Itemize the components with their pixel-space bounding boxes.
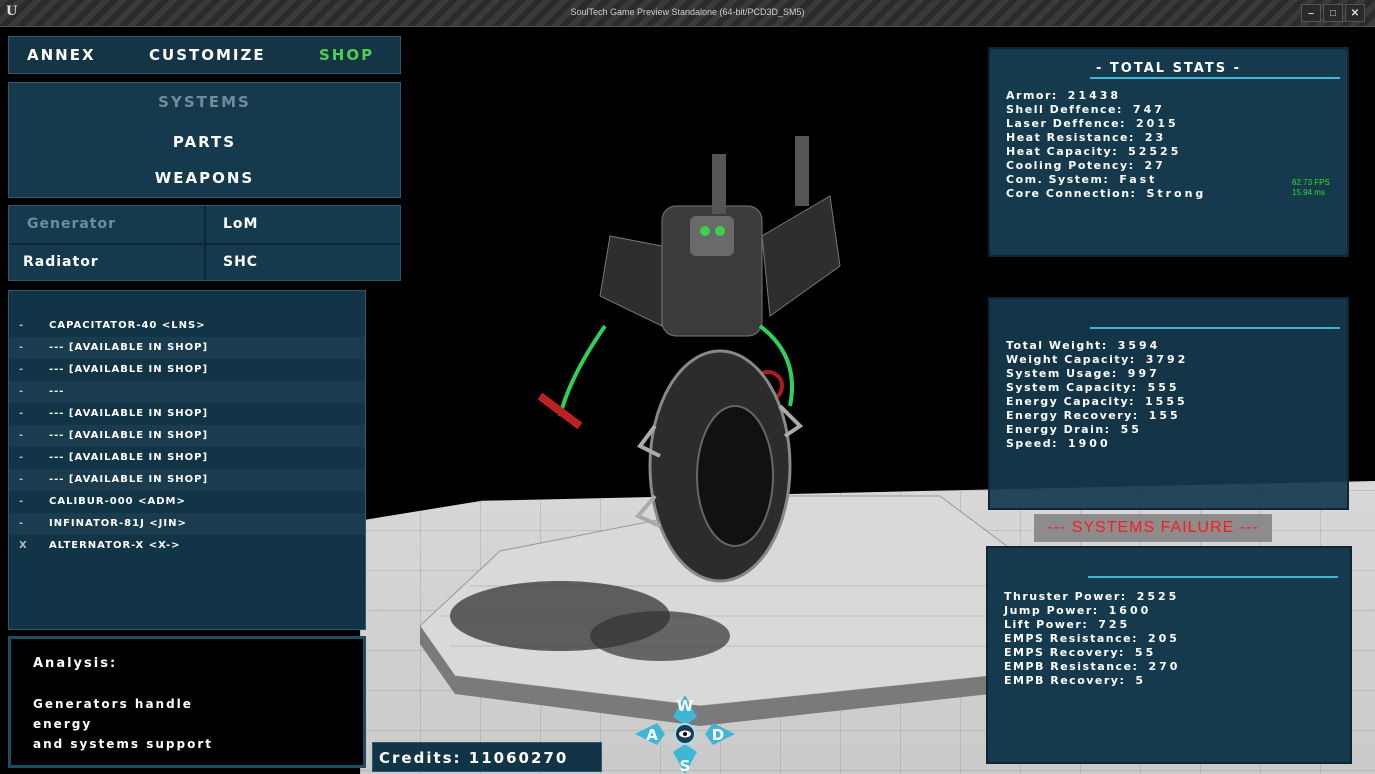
list-item[interactable]: - INFINATOR-81J <JIN> [9,513,365,535]
category-menu: SYSTEMS PARTS WEAPONS [8,82,401,198]
key-a: A [646,726,658,744]
slot-selector: Generator LoM Radiator SHC [8,205,401,281]
header-underline [1090,327,1340,329]
slot-generator-value[interactable]: LoM [223,216,258,232]
slot-radiator-value[interactable]: SHC [223,254,258,270]
list-item[interactable]: - CAPACITATOR-40 <LNS> [9,315,365,337]
stat-empb-recovery: EMPB Recovery: 5 [1004,674,1147,687]
analysis-line: and systems support [33,737,213,751]
category-parts[interactable]: PARTS [9,133,400,151]
parts-list: - CAPACITATOR-40 <LNS> - --- [AVAILABLE IN… [8,290,366,630]
list-item[interactable]: - --- [AVAILABLE IN SHOP] [9,447,365,469]
stat-total-weight: Total Weight: 3594 [1006,339,1161,352]
top-nav: ANNEX CUSTOMIZE SHOP [8,36,401,74]
close-button[interactable]: ✕ [1345,4,1365,22]
slot-generator[interactable]: Generator [27,216,116,232]
analysis-box: Analysis: Generators handle energy and s… [8,636,366,768]
wasd-control-icon[interactable]: W A D S [635,695,735,774]
list-item[interactable]: - --- [AVAILABLE IN SHOP] [9,469,365,491]
slot-radiator[interactable]: Radiator [23,254,99,270]
analysis-line: energy [33,717,93,731]
list-item[interactable]: - --- [AVAILABLE IN SHOP] [9,403,365,425]
stat-jump-power: Jump Power: 1600 [1004,604,1152,617]
category-systems[interactable]: SYSTEMS [9,93,400,111]
stat-heat-capacity: Heat Capacity: 52525 [1006,145,1182,158]
stat-system-usage: System Usage: 997 [1006,367,1160,380]
stat-weight-capacity: Weight Capacity: 3792 [1006,353,1189,366]
header-underline [1088,576,1338,578]
maximize-button[interactable]: □ [1323,4,1343,22]
mobility-stats-panel: Thruster Power: 2525 Jump Power: 1600 Lift… [986,546,1352,764]
credits-display: Credits: 11060270 [372,742,602,772]
stat-speed: Speed: 1900 [1006,437,1111,450]
stat-heat-resistance: Heat Resistance: 23 [1006,131,1167,144]
list-item[interactable]: - --- [AVAILABLE IN SHOP] [9,425,365,447]
stat-cooling-potency: Cooling Potency: 27 [1006,159,1166,172]
key-d: D [712,726,724,744]
stat-energy-recovery: Energy Recovery: 155 [1006,409,1181,422]
stat-empb-resistance: EMPB Resistance: 270 [1004,660,1181,673]
stat-com-system: Com. System: Fast [1006,173,1158,186]
systems-failure-banner: --- SYSTEMS FAILURE --- [1034,514,1272,542]
list-item[interactable]: - --- [9,381,365,403]
total-stats-header: - TOTAL STATS - [1096,61,1241,76]
stat-thruster-power: Thruster Power: 2525 [1004,590,1180,603]
list-item[interactable]: - --- [AVAILABLE IN SHOP] [9,337,365,359]
minimize-button[interactable]: – [1301,4,1321,22]
list-item[interactable]: X ALTERNATOR-X <X-> [9,535,365,557]
window-controls: – □ ✕ [1301,4,1365,22]
window-titlebar: U SoulTech Game Preview Standalone (64-b… [0,0,1375,27]
stat-lift-power: Lift Power: 725 [1004,618,1131,631]
stat-emps-recovery: EMPS Recovery: 55 [1004,646,1157,659]
stat-energy-drain: Energy Drain: 55 [1006,423,1142,436]
stat-energy-capacity: Energy Capacity: 1555 [1006,395,1188,408]
total-stats-panel: - TOTAL STATS - Armor: 21438 Shell Deffen… [988,47,1349,257]
stat-emps-resistance: EMPS Resistance: 205 [1004,632,1180,645]
list-item[interactable]: - --- [AVAILABLE IN SHOP] [9,359,365,381]
list-item[interactable]: - CALIBUR-000 <ADM> [9,491,365,513]
stat-armor: Armor: 21438 [1006,89,1122,102]
fps-counter: 62.73 FPS 15.94 ms [1292,178,1330,197]
stat-core-connection: Core Connection: Strong [1006,187,1207,200]
tab-shop[interactable]: SHOP [319,46,374,64]
category-weapons[interactable]: WEAPONS [9,169,400,187]
stat-shell-deffence: Shell Deffence: 747 [1006,103,1165,116]
tab-annex[interactable]: ANNEX [27,46,96,64]
stat-system-capacity: System Capacity: 555 [1006,381,1180,394]
header-underline [1090,77,1340,79]
window-title: SoulTech Game Preview Standalone (64-bit… [570,7,805,17]
analysis-line: Generators handle [33,697,193,711]
key-s: S [680,757,691,774]
key-w: W [677,697,694,715]
tab-customize[interactable]: CUSTOMIZE [149,46,266,64]
weight-stats-panel: Total Weight: 3594 Weight Capacity: 3792 S… [988,297,1349,510]
stat-laser-deffence: Laser Deffence: 2015 [1006,117,1179,130]
analysis-heading: Analysis: [33,656,118,671]
